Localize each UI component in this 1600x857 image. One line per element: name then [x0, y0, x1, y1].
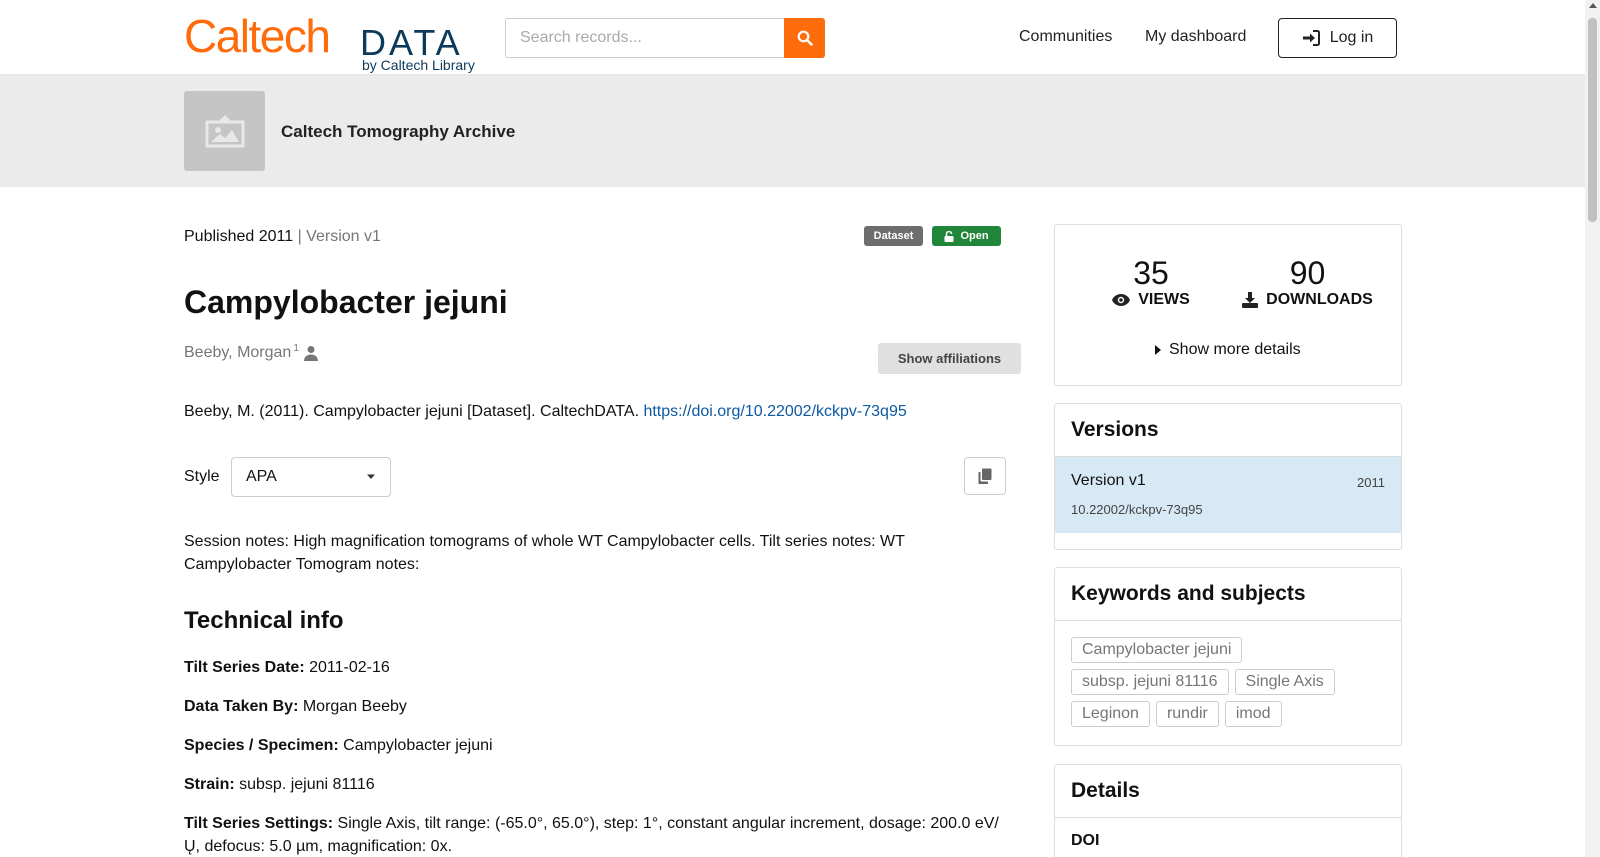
keyword-tag[interactable]: Campylobacter jejuni — [1071, 637, 1243, 663]
show-more-details-toggle[interactable]: Show more details — [1155, 341, 1301, 359]
access-status-badge: Open — [932, 226, 1001, 246]
logo-subtitle: by Caltech Library — [362, 57, 475, 73]
creator-name[interactable]: Beeby, Morgan — [184, 344, 291, 362]
version-name[interactable]: Version v1 — [1071, 472, 1146, 490]
nav-dashboard-link[interactable]: My dashboard — [1145, 27, 1246, 47]
field-strain: Strain: subsp. jejuni 81116 — [184, 773, 375, 796]
search-icon — [797, 30, 813, 46]
keywords-panel: Keywords and subjects Campylobacter jeju… — [1054, 567, 1402, 746]
citation-style-label: Style — [184, 468, 220, 485]
keyword-tag[interactable]: rundir — [1155, 701, 1219, 727]
field-value: 2011-02-16 — [304, 659, 390, 676]
keyword-list: Campylobacter jejuni subsp. jejuni 81116… — [1055, 621, 1401, 735]
downloads-label: DOWNLOADS — [1266, 291, 1373, 308]
community-logo[interactable] — [184, 91, 265, 171]
record-version: Version v1 — [306, 228, 381, 245]
versions-heading: Versions — [1055, 404, 1401, 457]
login-button[interactable]: Log in — [1278, 18, 1397, 58]
sign-in-icon — [1302, 30, 1320, 46]
access-status-label: Open — [960, 230, 989, 242]
citation-style-value: APA — [246, 468, 277, 485]
scrollbar-thumb[interactable] — [1588, 18, 1597, 222]
pub-separator: | — [293, 228, 307, 245]
field-label: Species / Specimen: — [184, 737, 339, 754]
field-tilt-series-settings: Tilt Series Settings: Single Axis, tilt … — [184, 812, 1004, 857]
image-placeholder-icon — [205, 115, 244, 148]
show-more-details-label: Show more details — [1169, 341, 1301, 358]
resource-type-badge: Dataset — [864, 226, 923, 246]
caltech-data-logo[interactable]: Caltech DATA by Caltech Library — [184, 12, 484, 74]
field-value: Campylobacter jejuni — [338, 737, 493, 754]
creator-affiliation-number: 1 — [293, 343, 299, 354]
record-title: Campylobacter jejuni — [184, 284, 508, 320]
views-stat: 35 VIEWS — [1111, 255, 1191, 309]
keyword-tag[interactable]: subsp. jejuni 81116 — [1071, 669, 1229, 695]
copy-citation-button[interactable] — [964, 457, 1006, 495]
scroll-up-arrow-icon[interactable] — [1588, 3, 1597, 8]
field-label: Tilt Series Date: — [184, 659, 305, 676]
login-label: Log in — [1329, 29, 1374, 46]
downloads-count: 90 — [1289, 255, 1326, 291]
publication-info: Published 2011 | Version v1 — [184, 228, 381, 246]
keyword-tag[interactable]: Single Axis — [1234, 669, 1335, 695]
user-icon — [303, 346, 318, 361]
site-header: Caltech DATA by Caltech Library Communit… — [0, 0, 1585, 75]
keywords-heading: Keywords and subjects — [1055, 568, 1401, 621]
caret-down-icon — [367, 474, 375, 479]
citation-doi-link[interactable]: https://doi.org/10.22002/kckpv-73q95 — [643, 403, 906, 420]
resource-type-label: Dataset — [873, 230, 914, 242]
search-button[interactable] — [784, 18, 825, 58]
field-label: Tilt Series Settings: — [184, 815, 334, 832]
version-year: 2011 — [1357, 475, 1385, 490]
search-input[interactable] — [505, 18, 785, 58]
field-species: Species / Specimen: Campylobacter jejuni — [184, 734, 493, 757]
views-count: 35 — [1133, 255, 1169, 291]
doi-label: DOI — [1071, 832, 1100, 849]
unlock-icon — [944, 230, 954, 242]
published-date: Published 2011 — [184, 228, 294, 245]
download-icon — [1242, 292, 1259, 308]
views-label: VIEWS — [1138, 291, 1190, 308]
citation-text: Beeby, M. (2011). Campylobacter jejuni [… — [184, 403, 907, 421]
field-value: Morgan Beeby — [298, 698, 407, 715]
nav-communities-link[interactable]: Communities — [1019, 27, 1112, 47]
version-doi: 10.22002/kckpv-73q95 — [1071, 502, 1203, 517]
field-data-taken-by: Data Taken By: Morgan Beeby — [184, 695, 407, 718]
keyword-tag[interactable]: imod — [1224, 701, 1282, 727]
version-item[interactable]: Version v1 2011 10.22002/kckpv-73q95 — [1055, 457, 1401, 533]
keyword-tag[interactable]: Leginon — [1071, 701, 1150, 727]
community-name[interactable]: Caltech Tomography Archive — [281, 122, 515, 142]
field-tilt-series-date: Tilt Series Date: 2011-02-16 — [184, 656, 390, 679]
citation-style-dropdown[interactable]: APA — [231, 457, 391, 497]
copy-icon — [978, 468, 992, 484]
eye-icon — [1112, 294, 1131, 306]
field-label: Data Taken By: — [184, 698, 299, 715]
field-label: Strain: — [184, 776, 235, 793]
caret-right-icon — [1155, 345, 1161, 355]
show-affiliations-button[interactable]: Show affiliations — [878, 343, 1021, 374]
field-value: subsp. jejuni 81116 — [234, 776, 375, 793]
technical-info-heading: Technical info — [184, 607, 344, 634]
versions-panel: Versions Version v1 2011 10.22002/kckpv-… — [1054, 403, 1402, 550]
record-description: Session notes: High magnification tomogr… — [184, 533, 905, 573]
details-heading: Details — [1055, 765, 1401, 818]
downloads-stat: 90 DOWNLOADS — [1240, 255, 1375, 309]
stats-panel: 35 VIEWS 90 DOWNLOADS Show more details — [1054, 224, 1402, 386]
creator-entry[interactable]: Beeby, Morgan 1 — [184, 344, 319, 362]
search-bar — [505, 18, 825, 58]
details-panel: Details DOI — [1054, 764, 1402, 857]
community-banner: Caltech Tomography Archive — [0, 75, 1585, 187]
citation-body: Beeby, M. (2011). Campylobacter jejuni [… — [184, 403, 644, 420]
logo-caltech-text: Caltech — [184, 10, 331, 62]
